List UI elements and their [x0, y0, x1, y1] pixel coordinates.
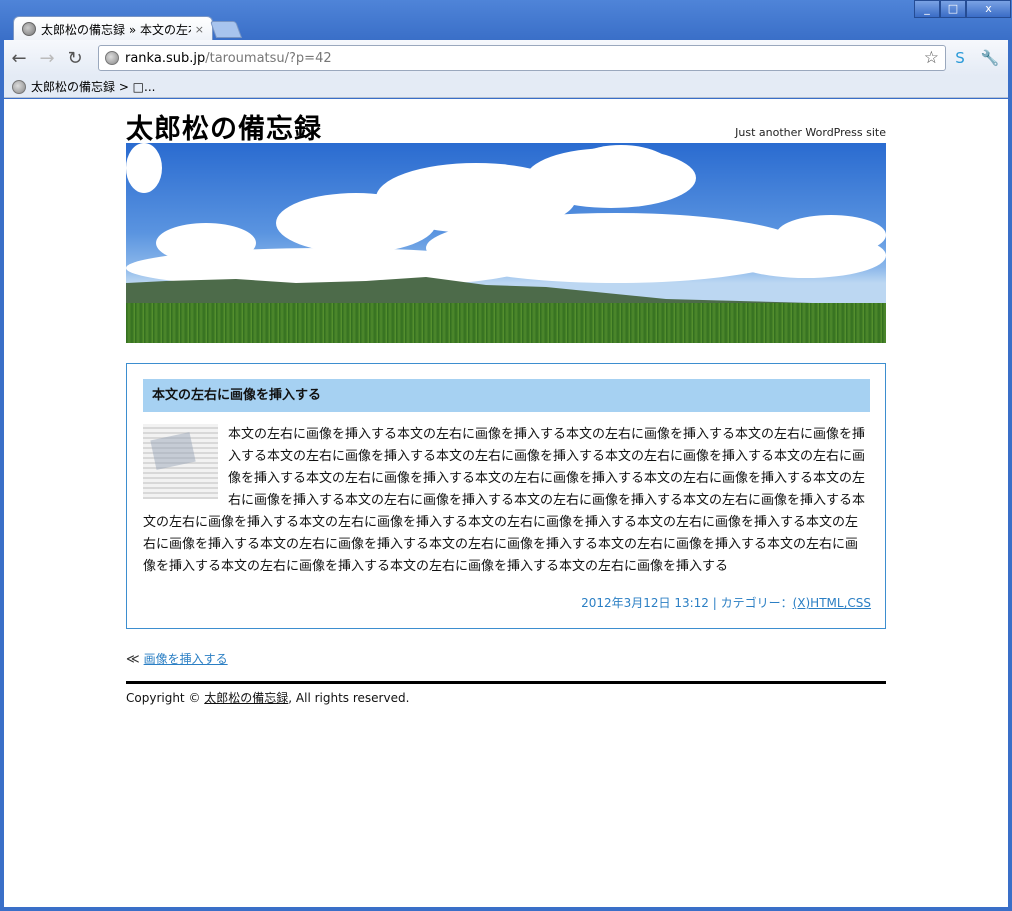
article-meta: 2012年3月12日 13:12 | カテゴリー：(X)HTML,CSS	[581, 594, 871, 611]
globe-icon	[105, 51, 119, 65]
article-thumbnail	[143, 424, 218, 499]
globe-icon	[22, 22, 36, 36]
browser-toolbar: ← → ↻ ranka.sub.jp/taroumatsu/?p=42 ☆ S …	[4, 40, 1008, 76]
globe-icon	[12, 79, 26, 94]
window-controls: _ □ x	[914, 0, 1011, 18]
page-content: 太郎松の備忘録 Just another WordPress site 本文の左…	[126, 99, 886, 705]
reload-icon[interactable]: ↻	[62, 45, 88, 71]
breadcrumb: 太郎松の備忘録 > □...	[4, 76, 1008, 98]
new-tab-button[interactable]	[209, 21, 243, 38]
close-icon[interactable]: ×	[195, 23, 204, 36]
cloud-shape	[126, 143, 162, 193]
site-title[interactable]: 太郎松の備忘録	[126, 107, 322, 146]
header-image	[126, 143, 886, 343]
footer-divider	[126, 681, 886, 684]
double-left-arrow-icon: ≪	[126, 652, 140, 667]
address-bar[interactable]: ranka.sub.jp/taroumatsu/?p=42 ☆	[98, 45, 946, 71]
close-window-button[interactable]: x	[966, 0, 1011, 18]
maximize-button[interactable]: □	[940, 0, 966, 18]
address-path: /taroumatsu/?p=42	[205, 50, 332, 66]
article-text: 本文の左右に画像を挿入する本文の左右に画像を挿入する本文の左右に画像を挿入する本…	[143, 427, 866, 574]
prev-post-link[interactable]: 画像を挿入する	[144, 652, 228, 666]
tab-active[interactable]: 太郎松の備忘録 » 本文の左右 ×	[13, 16, 213, 41]
browser-window: 太郎松の備忘録 » 本文の左右 × _ □ x ← → ↻ ranka.sub.…	[0, 0, 1012, 911]
bookmark-label[interactable]: 太郎松の備忘録 > □...	[31, 78, 155, 95]
back-arrow-icon[interactable]: ←	[6, 45, 32, 71]
footer-site-link[interactable]: 太郎松の備忘録	[204, 691, 288, 705]
star-icon[interactable]: ☆	[924, 48, 939, 68]
address-host: ranka.sub.jp	[125, 50, 206, 66]
forward-arrow-icon[interactable]: →	[34, 45, 60, 71]
site-tagline: Just another WordPress site	[735, 126, 886, 139]
cloud-shape	[566, 145, 676, 200]
wrench-icon[interactable]: 🔧	[980, 48, 1000, 68]
article-date: 2012年3月12日 13:12 | カテゴリー：	[581, 596, 793, 610]
prev-post-nav: ≪ 画像を挿入する	[126, 650, 228, 667]
skype-icon[interactable]: S	[950, 48, 970, 68]
minimize-button[interactable]: _	[914, 0, 940, 18]
title-bar: 太郎松の備忘録 » 本文の左右 × _ □ x	[0, 0, 1012, 41]
copyright-prefix: Copyright ©	[126, 691, 205, 705]
article-title: 本文の左右に画像を挿入する	[143, 379, 870, 412]
category-link[interactable]: (X)HTML,CSS	[793, 596, 871, 610]
copyright-suffix: , All rights reserved.	[288, 691, 410, 705]
footer-copyright: Copyright © 太郎松の備忘録, All rights reserved…	[126, 689, 409, 706]
article-card: 本文の左右に画像を挿入する 本文の左右に画像を挿入する本文の左右に画像を挿入する…	[126, 363, 886, 629]
site-header: 太郎松の備忘録 Just another WordPress site	[126, 99, 886, 146]
field-shape	[126, 303, 886, 343]
cloud-shape	[776, 215, 886, 255]
article-body: 本文の左右に画像を挿入する本文の左右に画像を挿入する本文の左右に画像を挿入する本…	[143, 424, 870, 578]
tab-title: 太郎松の備忘録 » 本文の左右	[41, 22, 191, 37]
page-viewport: 太郎松の備忘録 Just another WordPress site 本文の左…	[4, 99, 1008, 907]
